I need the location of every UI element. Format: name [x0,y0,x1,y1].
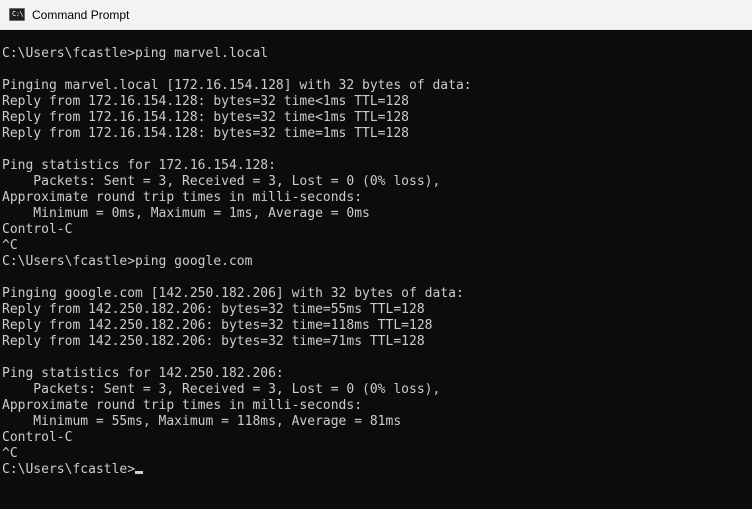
console-line: C:\Users\fcastle>ping marvel.local [2,46,269,61]
console-line: ^C [2,446,18,461]
console-line: C:\Users\fcastle>ping google.com [2,254,253,269]
console-line: Ping statistics for 142.250.182.206: [2,366,284,381]
console-line: Control-C [2,222,73,237]
command-prompt-window: C:\ Command Prompt C:\Users\fcastle>ping… [0,0,752,509]
console-line: Pinging marvel.local [172.16.154.128] wi… [2,78,472,93]
console-line: Reply from 142.250.182.206: bytes=32 tim… [2,318,433,333]
window-title: Command Prompt [32,8,130,22]
console-line: Control-C [2,430,73,445]
console-line: Reply from 172.16.154.128: bytes=32 time… [2,110,409,125]
console-line: Approximate round trip times in milli-se… [2,190,363,205]
console-line: Reply from 142.250.182.206: bytes=32 tim… [2,302,425,317]
console-line: Packets: Sent = 3, Received = 3, Lost = … [2,174,441,189]
console-output[interactable]: C:\Users\fcastle>ping marvel.local Pingin… [0,30,752,509]
prompt-line[interactable]: C:\Users\fcastle> [0,462,752,478]
console-line: Reply from 172.16.154.128: bytes=32 time… [2,94,409,109]
console-line: ^C [2,238,18,253]
console-line: Reply from 172.16.154.128: bytes=32 time… [2,126,409,141]
cmd-icon: C:\ [9,8,25,21]
title-bar[interactable]: C:\ Command Prompt [0,0,752,30]
console-line: Ping statistics for 172.16.154.128: [2,158,276,173]
text-cursor [135,471,144,474]
console-line: Approximate round trip times in milli-se… [2,398,363,413]
console-line: Reply from 142.250.182.206: bytes=32 tim… [2,334,425,349]
console-line: Packets: Sent = 3, Received = 3, Lost = … [2,382,441,397]
console-line: Pinging google.com [142.250.182.206] wit… [2,286,464,301]
console-line: Minimum = 0ms, Maximum = 1ms, Average = … [2,206,370,221]
prompt-text: C:\Users\fcastle> [2,462,136,477]
console-line: Minimum = 55ms, Maximum = 118ms, Average… [2,414,402,429]
